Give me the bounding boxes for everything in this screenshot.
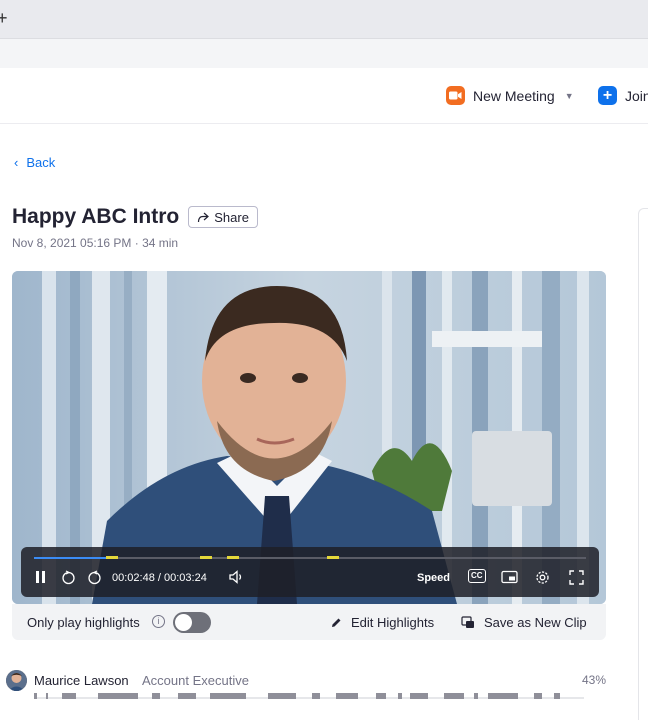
- speaker-role: Account Executive: [142, 673, 249, 688]
- talk-segment: [376, 693, 386, 699]
- forward-icon[interactable]: [87, 570, 102, 590]
- highlight-marker[interactable]: [200, 556, 212, 559]
- pause-icon[interactable]: [35, 570, 47, 589]
- picture-in-picture-icon[interactable]: [501, 570, 518, 589]
- save-clip-label: Save as New Clip: [484, 615, 587, 630]
- talk-segment: [336, 693, 358, 699]
- app-header: New Meeting ▼ + Join: [0, 68, 648, 124]
- closed-captions-icon[interactable]: CC: [468, 569, 486, 583]
- time-display: 00:02:48 / 00:03:24: [112, 572, 207, 584]
- talk-segment: [34, 693, 37, 699]
- plus-icon: +: [598, 86, 617, 105]
- talk-segment: [152, 693, 160, 699]
- progress-track[interactable]: [34, 556, 586, 559]
- talk-segment: [312, 693, 320, 699]
- talk-segment: [474, 693, 478, 699]
- edit-highlights-label: Edit Highlights: [351, 615, 435, 630]
- info-icon[interactable]: i: [152, 615, 165, 628]
- talk-segment: [554, 693, 560, 699]
- right-side-panel: [638, 208, 648, 720]
- talk-segment: [410, 693, 428, 699]
- share-button[interactable]: Share: [188, 206, 258, 228]
- progress-fill: [34, 557, 106, 559]
- chevron-left-icon: ‹: [14, 155, 19, 170]
- new-tab-plus-icon[interactable]: +: [0, 9, 8, 27]
- talk-segment: [444, 693, 464, 699]
- share-arrow-icon: [198, 212, 210, 222]
- save-as-new-clip-button[interactable]: Save as New Clip: [461, 615, 587, 630]
- join-label: Join: [625, 87, 648, 104]
- recording-meta: Nov 8, 2021 05:16 PM · 34 min: [12, 236, 179, 250]
- back-link[interactable]: ‹ Back: [14, 155, 55, 170]
- talk-segment: [268, 693, 296, 699]
- volume-icon[interactable]: [229, 570, 245, 589]
- speed-button[interactable]: Speed: [417, 570, 450, 586]
- fullscreen-icon[interactable]: [569, 570, 584, 590]
- highlight-marker[interactable]: [327, 556, 339, 559]
- share-label: Share: [214, 209, 249, 225]
- highlight-marker[interactable]: [227, 556, 239, 559]
- gear-icon[interactable]: [535, 570, 550, 590]
- talk-segment: [46, 693, 48, 699]
- new-meeting-label: New Meeting: [473, 87, 555, 104]
- clip-icon: [461, 616, 474, 628]
- speaker-row: Maurice Lawson Account Executive 43%: [6, 669, 606, 720]
- talk-segment: [178, 693, 196, 699]
- highlights-toggle[interactable]: [173, 612, 211, 633]
- rewind-icon[interactable]: [61, 570, 76, 590]
- speaker-name: Maurice Lawson: [34, 673, 129, 688]
- back-label: Back: [26, 155, 56, 170]
- join-button[interactable]: + Join: [598, 86, 648, 105]
- browser-tab-bar: +: [0, 0, 648, 38]
- talk-segment: [98, 693, 138, 699]
- video-camera-icon: [446, 86, 465, 105]
- highlights-bar: Only play highlights i Edit Highlights S…: [12, 604, 606, 640]
- edit-highlights-button[interactable]: Edit Highlights: [330, 615, 434, 630]
- player-controls: 00:02:48 / 00:03:24 Speed CC: [21, 547, 599, 597]
- title-row: Happy ABC Intro Share: [12, 205, 258, 229]
- talk-segment: [62, 693, 76, 699]
- browser-address-bar[interactable]: [0, 38, 648, 68]
- talk-percent: 43%: [581, 673, 606, 687]
- highlight-marker[interactable]: [106, 556, 118, 559]
- toggle-knob: [175, 614, 192, 631]
- talk-segment: [398, 693, 402, 699]
- talk-segment: [210, 693, 246, 699]
- new-meeting-button[interactable]: New Meeting ▼: [446, 86, 574, 105]
- talk-segment: [488, 693, 518, 699]
- page-title: Happy ABC Intro: [12, 205, 180, 228]
- only-play-highlights-label: Only play highlights: [27, 615, 140, 630]
- avatar: [6, 670, 27, 691]
- video-player[interactable]: 00:02:48 / 00:03:24 Speed CC: [12, 271, 606, 604]
- talk-segment: [534, 693, 542, 699]
- pencil-icon: [332, 618, 341, 627]
- chevron-down-icon[interactable]: ▼: [565, 91, 574, 101]
